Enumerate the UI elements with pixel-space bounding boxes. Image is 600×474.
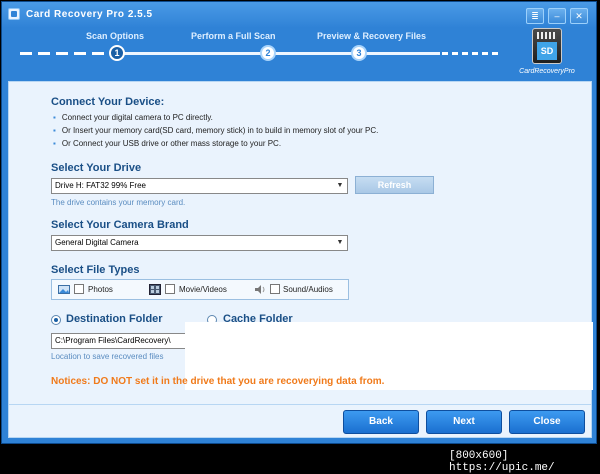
watermark-text: [800x600] https://upic.me/ — [449, 450, 555, 474]
step-2-indicator: 2 — [260, 45, 276, 61]
photos-checkbox[interactable] — [74, 284, 84, 294]
step-1-indicator: 1 — [109, 45, 125, 61]
next-button[interactable]: Next — [426, 410, 502, 434]
chevron-down-icon: ▼ — [336, 182, 344, 189]
step-3-indicator: 3 — [351, 45, 367, 61]
destination-hint: Location to save recovered files — [51, 352, 164, 361]
app-icon — [8, 8, 20, 20]
videos-checkbox[interactable] — [165, 284, 175, 294]
photo-icon — [58, 285, 70, 294]
step-1-label: Scan Options — [86, 31, 145, 41]
menu-button[interactable]: ≣ — [526, 8, 544, 24]
destination-folder-radio[interactable] — [51, 315, 61, 325]
progress-track — [118, 52, 440, 55]
photos-label: Photos — [88, 285, 113, 294]
drive-title: Select Your Drive — [51, 162, 142, 174]
progress-track-left — [20, 52, 116, 55]
drive-hint: The drive contains your memory card. — [51, 198, 186, 207]
destination-path-input[interactable]: C:\Program Files\CardRecovery\ — [51, 333, 187, 349]
progress-track-right — [442, 52, 502, 55]
audio-label: Sound/Audios — [283, 285, 333, 294]
drive-select-value: Drive H: FAT32 99% Free — [55, 181, 146, 190]
options-panel: Connect Your Device: Connect your digita… — [8, 81, 593, 438]
destination-folder-label: Destination Folder — [66, 313, 163, 325]
chevron-down-icon: ▼ — [336, 239, 344, 246]
minimize-button[interactable]: – — [548, 8, 566, 24]
connect-bullet: Or Insert your memory card(SD card, memo… — [53, 126, 379, 135]
logo-caption: CardRecoveryPro — [519, 68, 575, 75]
camera-brand-select[interactable]: General Digital Camera ▼ — [51, 235, 348, 251]
connect-title: Connect Your Device: — [51, 96, 165, 108]
speaker-icon — [255, 285, 265, 294]
wizard-steps: Scan Options Perform a Full Scan Preview… — [2, 28, 596, 80]
connect-bullet: Connect your digital camera to PC direct… — [53, 113, 213, 122]
step-2-label: Perform a Full Scan — [191, 31, 276, 41]
connect-bullet: Or Connect your USB drive or other mass … — [53, 139, 281, 148]
close-button[interactable]: Close — [509, 410, 585, 434]
window-title: Card Recovery Pro 2.5.5 — [26, 9, 153, 20]
back-button[interactable]: Back — [343, 410, 419, 434]
camera-title: Select Your Camera Brand — [51, 219, 189, 231]
step-3-label: Preview & Recovery Files — [317, 31, 427, 41]
audio-checkbox[interactable] — [270, 284, 280, 294]
sd-card-text: SD — [537, 42, 557, 60]
divider — [9, 404, 591, 405]
file-types-group: Photos Movie/Videos Sound/Audios — [51, 279, 349, 300]
camera-select-value: General Digital Camera — [55, 238, 139, 247]
film-icon — [149, 284, 161, 295]
title-bar[interactable]: Card Recovery Pro 2.5.5 ≣ – ✕ — [2, 2, 596, 28]
refresh-button[interactable]: Refresh — [355, 176, 434, 194]
sd-card-icon: SD — [532, 28, 562, 64]
videos-label: Movie/Videos — [179, 285, 227, 294]
drive-select[interactable]: Drive H: FAT32 99% Free ▼ — [51, 178, 348, 194]
product-logo: SD CardRecoveryPro — [512, 28, 582, 78]
file-types-title: Select File Types — [51, 264, 140, 276]
notice-text: Notices: DO NOT set it in the drive that… — [51, 376, 385, 387]
window-close-button[interactable]: ✕ — [570, 8, 588, 24]
app-window: Card Recovery Pro 2.5.5 ≣ – ✕ Scan Optio… — [1, 1, 597, 444]
